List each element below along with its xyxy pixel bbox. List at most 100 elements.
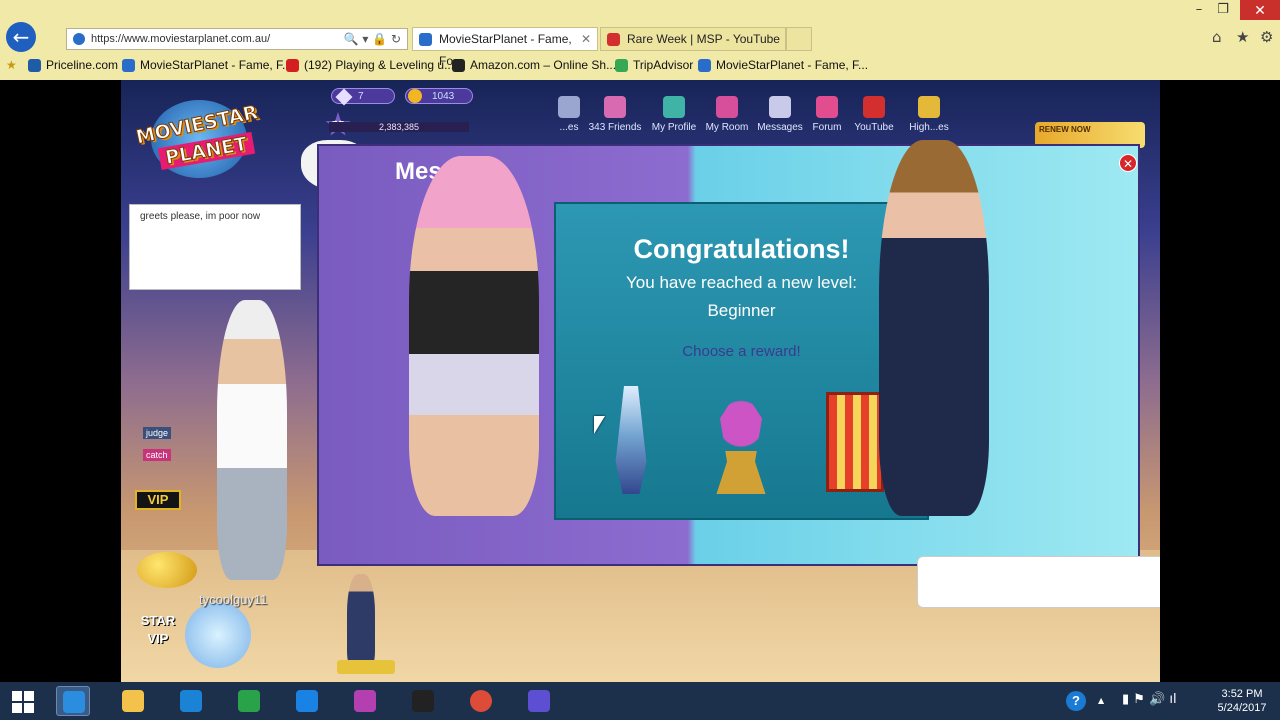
- female-avatar-npc: [409, 156, 539, 516]
- profile-icon: [663, 96, 685, 118]
- choose-reward-label: Choose a reward!: [682, 343, 801, 360]
- address-text: https://www.moviestarplanet.com.au/: [91, 33, 271, 45]
- male-avatar-npc: [879, 140, 989, 516]
- starcoin-icon: [408, 89, 422, 103]
- youtube-favicon-icon: [286, 59, 299, 72]
- home-icon[interactable]: ⌂: [1212, 28, 1222, 46]
- message-input-box[interactable]: [917, 556, 1160, 608]
- avatar-name-tag: [337, 660, 395, 674]
- internet-explorer-icon: [63, 691, 85, 713]
- new-tab-button[interactable]: [786, 27, 812, 51]
- address-bar[interactable]: https://www.moviestarplanet.com.au/ 🔍 ▾ …: [66, 28, 408, 50]
- gear-icon: [528, 690, 550, 712]
- achievements-icon: [558, 96, 580, 118]
- player-avatar-left[interactable]: [217, 300, 287, 580]
- messages-icon: [769, 96, 791, 118]
- taskbar-store[interactable]: [232, 686, 266, 716]
- windows-start-icon[interactable]: [12, 691, 34, 713]
- favorite-link-msp-2[interactable]: MovieStarPlanet - Fame, F...: [698, 58, 868, 72]
- vip-badge[interactable]: VIP: [135, 490, 181, 510]
- star-vip-badge[interactable]: STAR VIP: [135, 612, 181, 654]
- reward-popcorn-machine-icon[interactable]: [826, 392, 884, 492]
- room-icon: [716, 96, 738, 118]
- photo-app-icon: [354, 690, 376, 712]
- system-tray-icons[interactable]: ▮ ⚑ 🔊 ıl: [1122, 692, 1177, 707]
- pet-unicorn-avatar[interactable]: [185, 602, 251, 668]
- nav-item-highscores[interactable]: High...es: [901, 96, 957, 133]
- taskbar-file-explorer[interactable]: [116, 686, 150, 716]
- nav-item-my-profile[interactable]: My Profile: [646, 96, 702, 133]
- priceline-icon: [28, 59, 41, 72]
- level-up-dialog: Congratulations! You have reached a new …: [554, 202, 929, 520]
- congrats-title: Congratulations!: [633, 234, 850, 264]
- taskbar-amazon[interactable]: [406, 686, 440, 716]
- restore-button[interactable]: ❐: [1212, 2, 1234, 17]
- reward-crystal-orb-icon[interactable]: [716, 386, 766, 494]
- taskbar-clock[interactable]: 3:52 PM 5/24/2017: [1212, 687, 1272, 715]
- msp-favicon-icon: [698, 59, 711, 72]
- tab-moviestarplanet[interactable]: MovieStarPlanet - Fame, Fo... ✕: [412, 27, 598, 68]
- favorite-link-msp[interactable]: MovieStarPlanet - Fame, F...: [122, 58, 292, 72]
- dropbox-icon: [296, 690, 318, 712]
- page-margin-left: [0, 80, 121, 682]
- window-close-button[interactable]: ✕: [1240, 0, 1280, 20]
- diamonds-counter[interactable]: 7: [331, 88, 395, 106]
- game-canvas[interactable]: MOVIESTAR PLANET 7 1043 22 2,383,385 ...…: [121, 80, 1160, 682]
- minimize-button[interactable]: –: [1188, 2, 1210, 17]
- fame-progress-bar: 2,383,385: [329, 122, 469, 132]
- help-icon[interactable]: ?: [1066, 691, 1086, 711]
- show-hidden-icons-button[interactable]: ▲: [1098, 696, 1104, 705]
- judge-badge: judge: [143, 427, 172, 439]
- nav-item-friends[interactable]: 343 Friends: [587, 96, 643, 133]
- favorite-link-youtube[interactable]: (192) Playing & Leveling u...: [286, 58, 454, 72]
- store-icon: [238, 690, 260, 712]
- diamond-icon: [335, 88, 353, 106]
- favorite-link-amazon[interactable]: Amazon.com – Online Sh...: [452, 58, 616, 72]
- forum-icon: [816, 96, 838, 118]
- windows-taskbar: ? ▲ ▮ ⚑ 🔊 ıl 3:52 PM 5/24/2017: [0, 682, 1280, 720]
- site-icon: [73, 33, 85, 45]
- reward-lava-lamp-icon[interactable]: [615, 386, 647, 494]
- messages-popup: Mess... ✕ Congratulations! You have reac…: [317, 140, 1160, 608]
- level-name: Beginner: [707, 301, 776, 320]
- taskbar-chrome[interactable]: [464, 686, 498, 716]
- player-username[interactable]: tycoolguy11: [199, 592, 267, 607]
- favorites-star-icon[interactable]: ★: [1236, 28, 1249, 46]
- catch-badge: catch: [143, 449, 171, 461]
- youtube-icon: [863, 96, 885, 118]
- taskbar-internet-explorer[interactable]: [56, 686, 90, 716]
- chrome-icon: [470, 690, 492, 712]
- friends-icon: [604, 96, 626, 118]
- tab-youtube[interactable]: Rare Week | MSP - YouTube: [600, 27, 786, 51]
- moviestarplanet-logo[interactable]: MOVIESTAR PLANET: [123, 92, 273, 182]
- taskbar-settings-app[interactable]: [522, 686, 556, 716]
- favorite-link-priceline[interactable]: Priceline.com: [28, 58, 118, 72]
- youtube-tab-icon: [607, 33, 620, 46]
- tripadvisor-favicon-icon: [615, 59, 628, 72]
- browser-chrome: ← https://www.moviestarplanet.com.au/ 🔍 …: [0, 0, 1280, 80]
- close-tab-icon[interactable]: ✕: [581, 28, 591, 50]
- add-favorites-star-icon[interactable]: ★: [6, 58, 17, 72]
- cloud-icon: [180, 690, 202, 712]
- settings-gear-icon[interactable]: ⚙: [1260, 28, 1273, 46]
- small-avatar[interactable]: [347, 574, 375, 670]
- piggy-bank-icon[interactable]: [137, 552, 197, 588]
- msp-tab-icon: [419, 33, 432, 46]
- close-popup-button[interactable]: ✕: [1119, 154, 1137, 172]
- msp-favicon-icon: [122, 59, 135, 72]
- taskbar-photo-app[interactable]: [348, 686, 382, 716]
- back-button[interactable]: ←: [6, 22, 36, 52]
- favorite-link-tripadvisor[interactable]: TripAdvisor: [615, 58, 693, 72]
- favorites-bar: ★ Priceline.com MovieStarPlanet - Fame, …: [0, 55, 1280, 77]
- folder-icon: [122, 690, 144, 712]
- taskbar-dropbox[interactable]: [290, 686, 324, 716]
- level-text: You have reached a new level:: [626, 273, 857, 292]
- starcoins-counter[interactable]: 1043: [405, 88, 473, 104]
- trophy-icon: [918, 96, 940, 118]
- taskbar-onedrive[interactable]: [174, 686, 208, 716]
- chat-bubble: greets please, im poor now: [129, 204, 301, 290]
- nav-item-youtube[interactable]: YouTube: [846, 96, 902, 133]
- address-tools[interactable]: 🔍 ▾ 🔒 ↻: [344, 29, 401, 49]
- mouse-cursor-icon: [594, 416, 605, 434]
- nav-item-my-room[interactable]: My Room: [699, 96, 755, 133]
